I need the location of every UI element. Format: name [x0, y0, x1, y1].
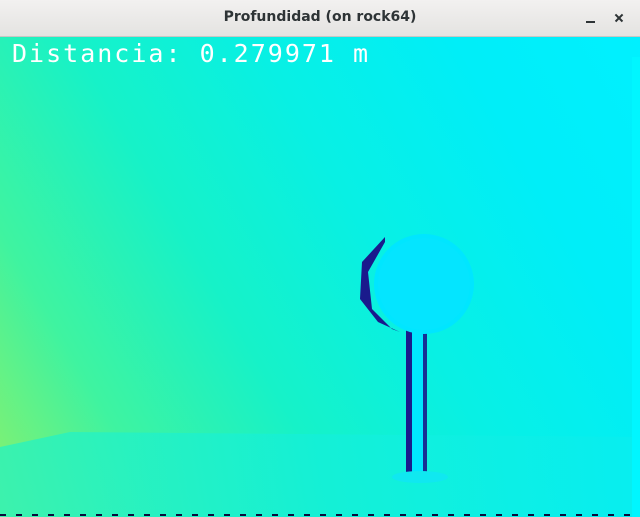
window-title: Profundidad (on rock64)	[223, 9, 417, 25]
right-edge-strip	[632, 57, 640, 517]
floor-region	[0, 432, 640, 517]
close-button[interactable]	[608, 7, 630, 29]
pole	[412, 327, 423, 475]
depth-image-view: Distancia: 0.279971 m	[0, 37, 640, 517]
minimize-button[interactable]	[580, 7, 602, 29]
app-window: Profundidad (on rock64) Distancia: 0.279…	[0, 0, 640, 517]
title-bar[interactable]: Profundidad (on rock64)	[0, 0, 640, 37]
pole-base	[392, 471, 448, 483]
depth-scene	[0, 57, 640, 517]
distance-readout: Distancia: 0.279971 m	[12, 39, 371, 68]
